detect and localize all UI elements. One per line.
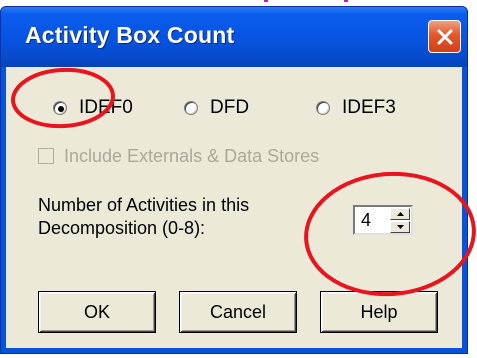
cancel-button[interactable]: Cancel	[179, 291, 297, 333]
checkbox-box	[38, 148, 54, 164]
dialog-body: IDEF0 DFD IDEF3 Include Externals & Data…	[6, 67, 462, 348]
include-externals-label: Include Externals & Data Stores	[64, 146, 320, 166]
arrow-down-icon	[397, 225, 404, 229]
activity-count-label-line2: Decomposition (0-8):	[38, 218, 206, 238]
activity-count-label-line1: Number of Activities in this	[38, 195, 250, 215]
radio-circle	[316, 101, 330, 115]
background-fragment	[264, 0, 348, 3]
radio-circle	[184, 101, 198, 115]
radio-selected-dot	[58, 106, 64, 112]
radio-label-idef3: IDEF3	[342, 97, 396, 118]
activity-count-label: Number of Activities in this Decompositi…	[38, 194, 318, 240]
radio-label-dfd: DFD	[210, 97, 250, 118]
help-button[interactable]: Help	[320, 291, 438, 333]
radio-label-idef0: IDEF0	[79, 97, 133, 118]
activity-count-value[interactable]: 4	[361, 210, 371, 231]
activity-box-count-dialog: Activity Box Count IDEF0 DFD IDEF3 Inclu…	[0, 6, 468, 354]
ok-button[interactable]: OK	[38, 291, 156, 333]
screenshot: Activity Box Count IDEF0 DFD IDEF3 Inclu…	[0, 0, 477, 358]
radio-circle	[53, 101, 67, 115]
dialog-title: Activity Box Count	[25, 22, 235, 48]
title-bar[interactable]: Activity Box Count	[1, 7, 467, 67]
activity-count-spinner[interactable]: 4	[353, 205, 413, 235]
close-icon	[437, 29, 453, 45]
spin-down-button[interactable]	[390, 221, 410, 233]
arrow-up-icon	[397, 212, 404, 216]
spin-up-button[interactable]	[390, 208, 410, 220]
close-button[interactable]	[428, 20, 461, 53]
